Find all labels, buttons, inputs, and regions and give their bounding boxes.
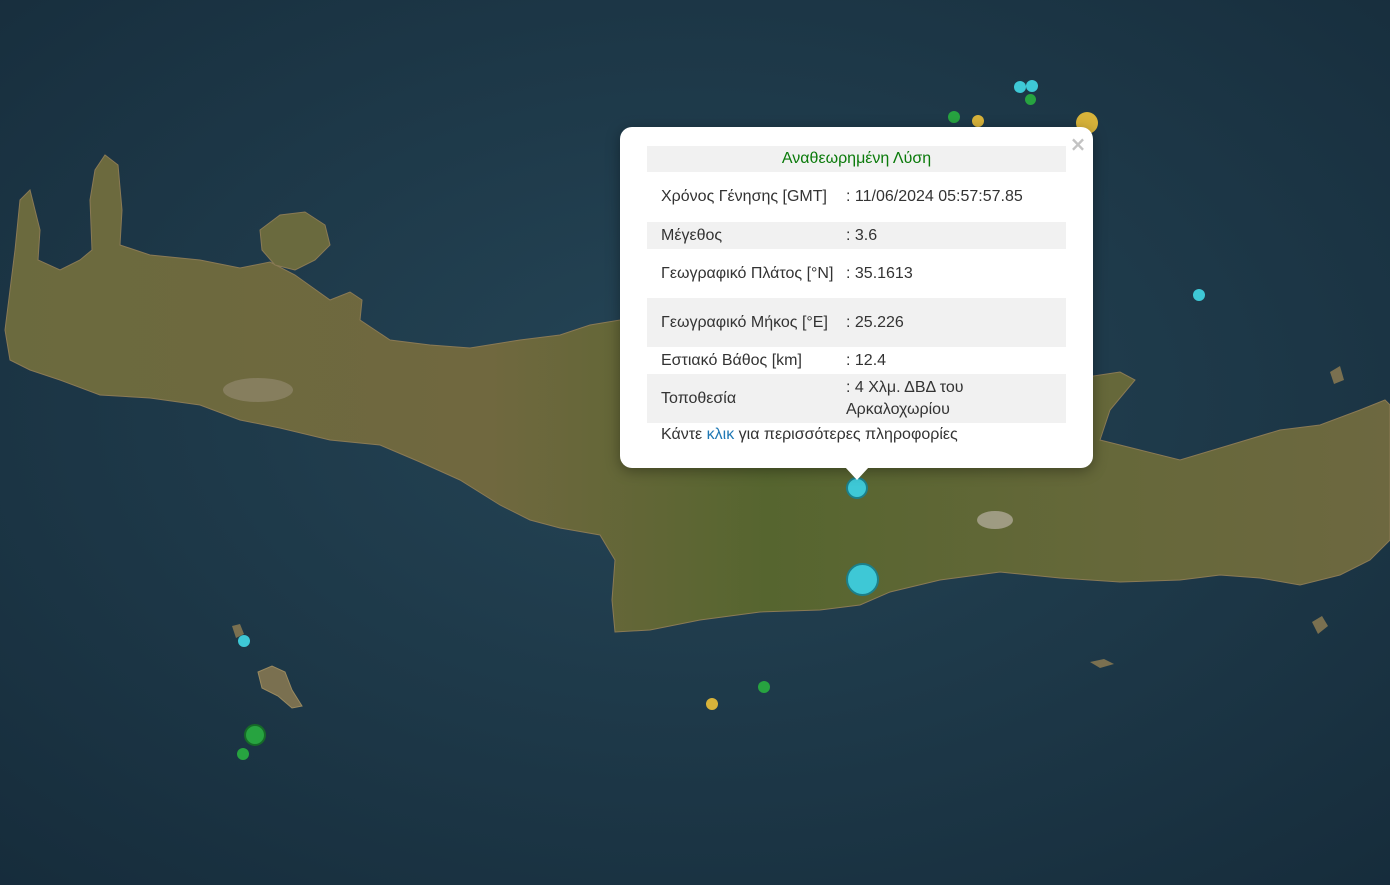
row-label-latitude: Γεωγραφικό Πλάτος [°N] bbox=[661, 264, 834, 282]
quake-marker-cyan[interactable] bbox=[238, 635, 250, 647]
more-info-prefix: Κάντε bbox=[661, 426, 703, 443]
more-info-text: Κάντε κλικ για περισσότερες πληροφορίες bbox=[661, 426, 958, 444]
dikti-snow bbox=[977, 511, 1013, 529]
row-value-longitude: : 25.226 bbox=[846, 298, 1066, 347]
row-label-depth: Εστιακό Βάθος [km] bbox=[661, 351, 802, 369]
row-value-location: : 4 Χλμ. ΔΒΔ του Αρκαλοχωρίου bbox=[846, 374, 1066, 423]
more-info-link[interactable]: κλικ bbox=[707, 426, 735, 443]
quake-marker-green[interactable] bbox=[948, 111, 960, 123]
row-label-magnitude: Μέγεθος bbox=[647, 222, 846, 249]
quake-marker-green[interactable] bbox=[237, 748, 249, 760]
popup-tip bbox=[845, 467, 869, 480]
quake-marker-cyan[interactable] bbox=[1026, 80, 1038, 92]
row-label-location: Τοποθεσία bbox=[647, 374, 846, 423]
row-label-longitude: Γεωγραφικό Μήκος [°E] bbox=[647, 298, 846, 347]
quake-marker-cyan-large[interactable] bbox=[846, 563, 879, 596]
quake-marker-yellow[interactable] bbox=[972, 115, 984, 127]
row-value-magnitude: : 3.6 bbox=[846, 222, 1066, 249]
more-info-suffix: για περισσότερες πληροφορίες bbox=[738, 426, 958, 443]
lefka-ori-snow bbox=[223, 378, 293, 402]
earthquake-details-table: Αναθεωρημένη Λύση Χρόνος Γένησης [GMT] : … bbox=[647, 146, 1066, 423]
quake-marker-cyan-selected[interactable] bbox=[846, 477, 868, 499]
row-label-origin-time: Χρόνος Γένησης [GMT] bbox=[661, 188, 827, 205]
quake-marker-green[interactable] bbox=[758, 681, 770, 693]
close-icon[interactable]: × bbox=[1068, 133, 1088, 155]
quake-marker-yellow[interactable] bbox=[706, 698, 718, 710]
quake-marker-cyan[interactable] bbox=[1014, 81, 1026, 93]
quake-marker-green[interactable] bbox=[244, 724, 266, 746]
quake-marker-green[interactable] bbox=[1025, 94, 1036, 105]
row-value-origin-time: : 11/06/2024 05:57:57.85 bbox=[846, 188, 1023, 205]
row-value-latitude: : 35.1613 bbox=[846, 264, 913, 282]
quake-marker-cyan[interactable] bbox=[1193, 289, 1205, 301]
row-value-depth: : 12.4 bbox=[846, 351, 887, 369]
popup-header: Αναθεωρημένη Λύση bbox=[647, 146, 1066, 172]
